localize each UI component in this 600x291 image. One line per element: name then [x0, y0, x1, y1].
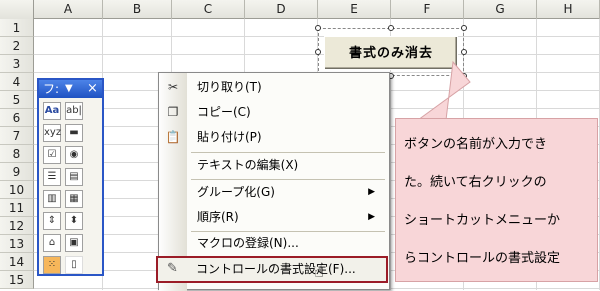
explanation-callout: ボタンの名前が入力でき た。続いて右クリックの ショートカットメニューか らコン…	[395, 118, 598, 282]
callout-line: た。続いて右クリックの	[404, 175, 547, 190]
callout-line: ショートカットメニューか	[404, 213, 561, 228]
callout-line: らコントロールの書式設定	[404, 251, 561, 266]
callout-line: ボタンの名前が入力でき	[404, 137, 548, 152]
